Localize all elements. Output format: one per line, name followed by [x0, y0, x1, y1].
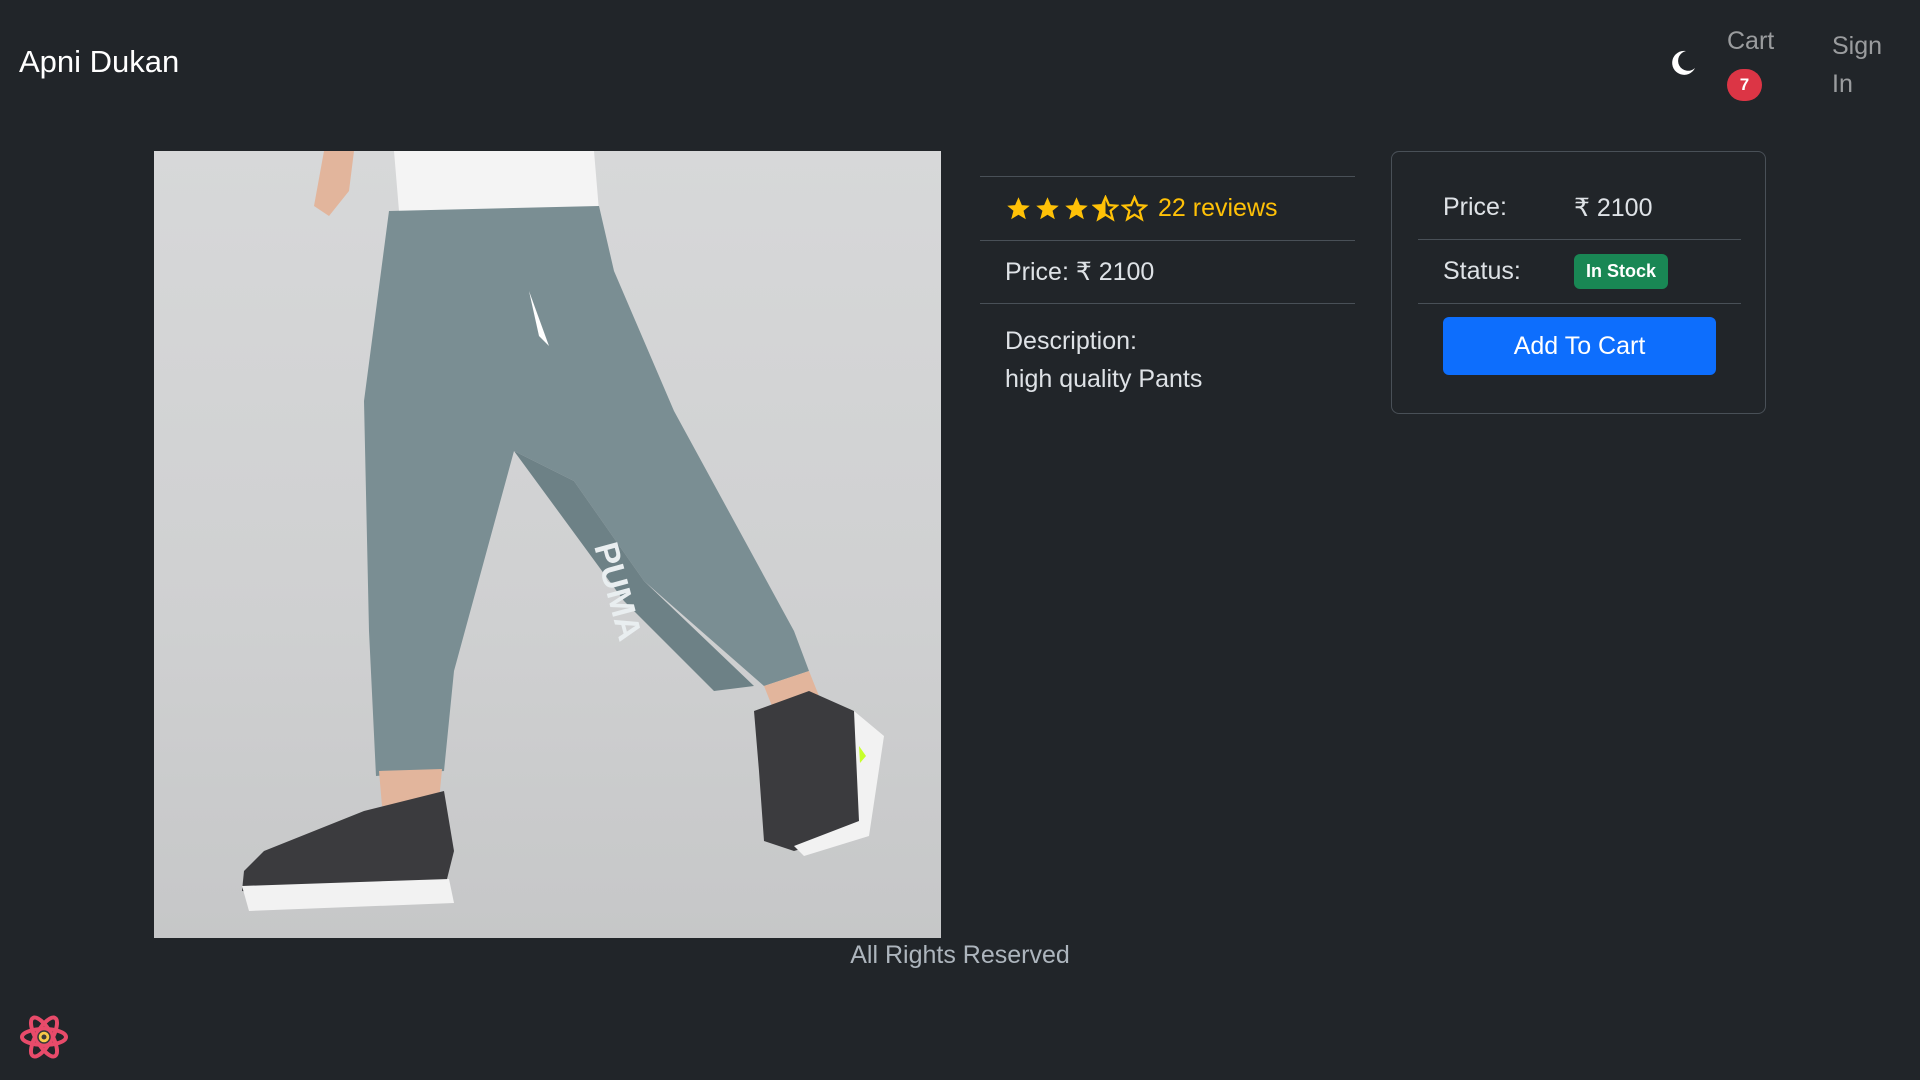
product-info-list: 22 reviews Price: ₹ 2100 Description: hi… [980, 176, 1355, 398]
brand-logo[interactable]: Apni Dukan [19, 44, 179, 80]
card-status-label: Status: [1443, 257, 1521, 285]
description-label: Description: [1005, 327, 1137, 355]
card-price-row: Price: ₹ 2100 [1418, 176, 1741, 240]
product-image: PUMA [154, 151, 941, 938]
star-full-icon [1065, 197, 1088, 220]
react-logo-icon[interactable] [18, 1012, 70, 1062]
description-text: high quality Pants [1005, 365, 1203, 393]
description-row: Description: high quality Pants [980, 304, 1355, 398]
reviews-count: 22 reviews [1158, 194, 1278, 222]
navbar: Apni Dukan Cart 7 Sign In [0, 0, 1920, 130]
add-to-cart-button[interactable]: Add To Cart [1443, 317, 1716, 375]
cart-label: Cart [1727, 27, 1775, 55]
purchase-card: Price: ₹ 2100 Status: In Stock Add To Ca… [1391, 151, 1766, 414]
star-rating [1005, 195, 1148, 222]
footer-text: All Rights Reserved [850, 941, 1070, 969]
card-price-value: ₹ 2100 [1574, 193, 1653, 222]
pants-illustration: PUMA [242, 151, 884, 911]
rating-row: 22 reviews [980, 176, 1355, 240]
star-empty-icon [1121, 195, 1148, 222]
moon-icon[interactable] [1668, 48, 1698, 78]
cart-link[interactable]: Cart 7 [1727, 27, 1787, 101]
signin-link[interactable]: Sign In [1832, 27, 1902, 103]
cart-count-badge: 7 [1727, 69, 1762, 101]
card-price-label: Price: [1443, 193, 1507, 221]
status-badge: In Stock [1574, 254, 1669, 289]
card-status-row: Status: In Stock [1418, 240, 1741, 304]
star-full-icon [1036, 197, 1059, 220]
price-row: Price: ₹ 2100 [980, 240, 1355, 304]
star-half-icon [1092, 195, 1119, 222]
star-full-icon [1007, 197, 1030, 220]
